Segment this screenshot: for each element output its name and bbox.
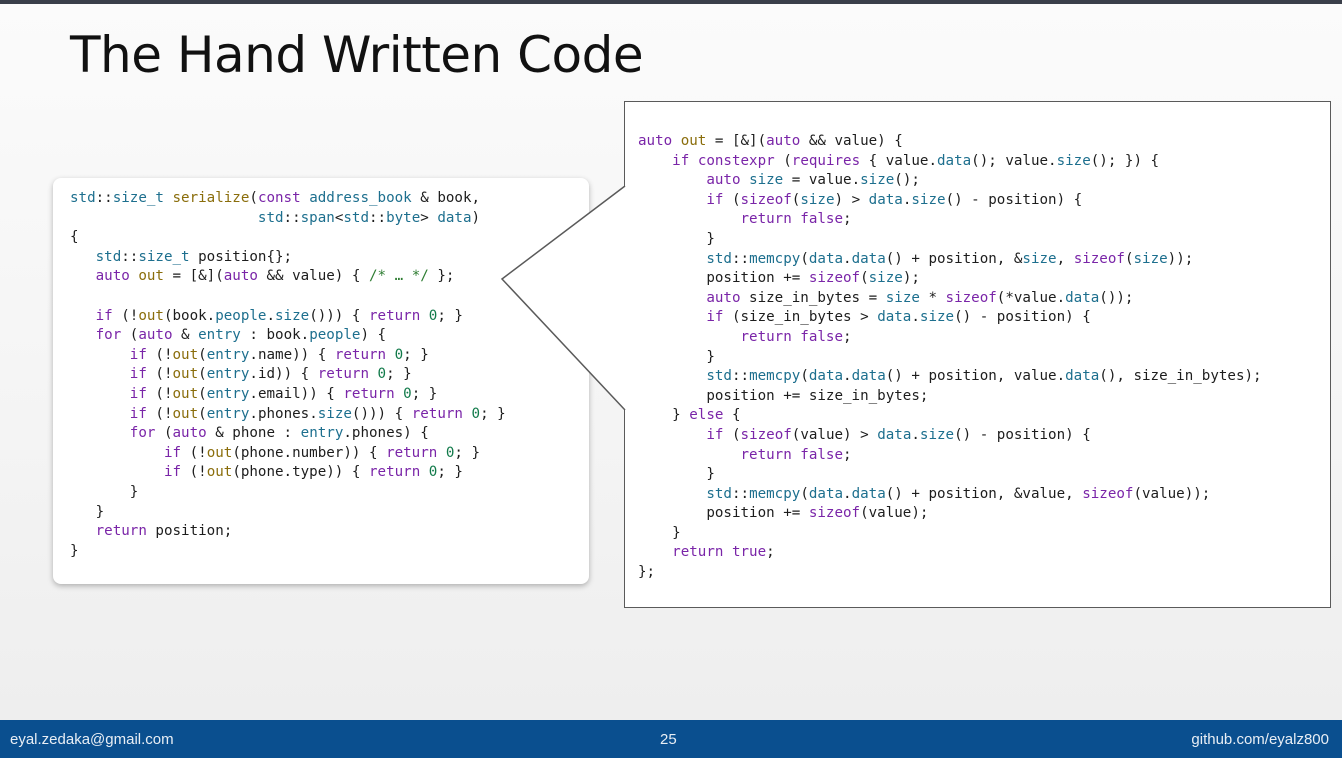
serialize-code-line: if (!out(phone.number)) { return 0; } [163,444,481,461]
lambda-code-block: auto out = [&](auto && value) { if const… [638,132,1262,583]
serialize-code-block: std::size_t serialize(const address_book… [70,189,506,561]
lambda-code-line: auto size_in_bytes = size * sizeof(*valu… [706,289,1134,306]
lambda-code-line: return false; [740,328,852,345]
lambda-expansion-box: auto out = [&](auto && value) { if const… [624,101,1331,608]
lambda-code-line: } [638,348,715,365]
serialize-code-line: } [70,483,139,500]
serialize-code-line [70,287,506,307]
footer-page-number: 25 [660,731,677,748]
serialize-code-line: { [70,229,79,246]
serialize-code-line: std::size_t position{}; [95,248,293,265]
lambda-code-line: position += size_in_bytes; [638,387,929,404]
footer-github: github.com/eyalz800 [1191,731,1329,748]
serialize-code-line: for (auto & entry : book.people) { [95,327,387,344]
serialize-code-line: if (!out(entry.id)) { return 0; } [129,366,412,383]
lambda-code-line: auto size = value.size(); [706,172,920,189]
serialize-code-line: } [70,503,105,520]
lambda-code-line: std::memcpy(data.data() + position, &siz… [706,250,1194,267]
lambda-code-line: if constexpr (requires { value.data(); v… [672,152,1160,169]
serialize-code-line: } [70,542,79,559]
serialize-code-line: for (auto & phone : entry.phones) { [129,425,429,442]
lambda-code-line: if (size_in_bytes > data.size() - positi… [706,309,1091,326]
lambda-code-line: std::memcpy(data.data() + position, valu… [706,368,1262,385]
lambda-code-line: position += sizeof(value); [638,505,929,522]
serialize-code-line: std::size_t serialize(const address_book… [70,190,481,206]
lambda-code-line: return false; [740,211,852,228]
lambda-code-line: if (sizeof(size) > data.size() - positio… [706,191,1083,208]
serialize-code-line: if (!out(entry.phones.size())) { return … [129,405,506,422]
lambda-code-line: } [638,524,681,541]
slide-footer: eyal.zedaka@gmail.com 25 github.com/eyal… [0,720,1342,758]
lambda-code-line: if (sizeof(value) > data.size() - positi… [706,426,1091,443]
lambda-code-line: }; [638,564,656,581]
serialize-code-line: if (!out(phone.type)) { return 0; } [163,464,463,481]
serialize-code-card: std::size_t serialize(const address_book… [53,178,589,584]
serialize-code-line: return position; [95,523,233,540]
serialize-code-line: if (!out(entry.email)) { return 0; } [129,385,438,402]
lambda-code-line: } [638,230,715,247]
serialize-code-line: std::span<std::byte> data) [257,209,481,226]
serialize-code-line: if (!out(entry.name)) { return 0; } [129,346,429,363]
serialize-code-line: auto out = [&](auto && value) { /* … */ … [95,268,455,285]
lambda-code-line: } else { [638,407,741,424]
lambda-code-line: } [638,466,715,483]
footer-email: eyal.zedaka@gmail.com [10,731,174,748]
lambda-code-line: position += sizeof(size); [638,270,920,287]
slide-title: The Hand Written Code [70,26,644,84]
serialize-code-line: if (!out(book.people.size())) { return 0… [95,307,463,324]
lambda-code-line: std::memcpy(data.data() + position, &val… [706,485,1211,502]
lambda-code-line: return false; [740,446,852,463]
lambda-code-line: auto out = [&](auto && value) { [638,133,903,149]
lambda-code-line: return true; [672,544,775,561]
